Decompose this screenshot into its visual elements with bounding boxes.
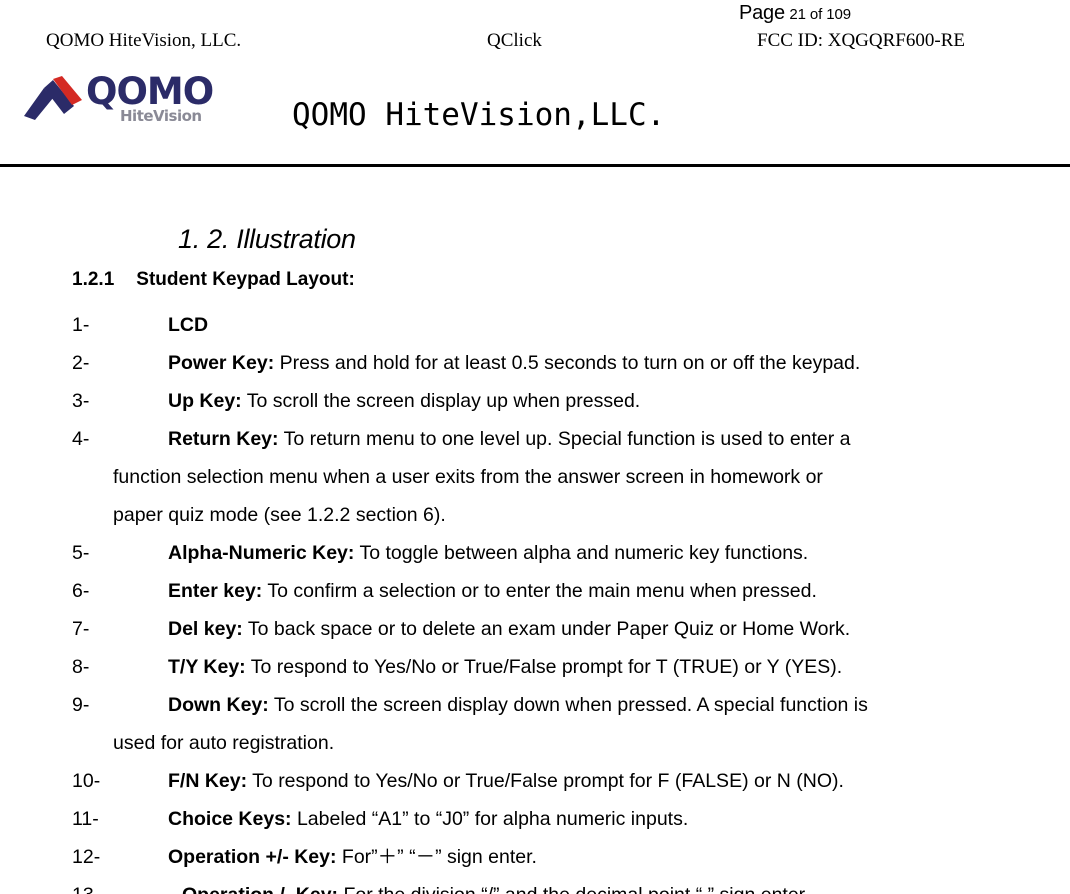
list-item-body: Operation +/- Key: For”＋” “－” sign enter… xyxy=(168,838,1062,876)
logo-wordmark: QOMO xyxy=(86,70,214,113)
list-item-description: To scroll the screen display down when p… xyxy=(268,694,868,716)
subsection-heading: 1.2.1 Student Keypad Layout: xyxy=(72,269,355,291)
list-item-number: 9- xyxy=(72,694,90,716)
list-item-label: Choice Keys: xyxy=(168,808,292,830)
company-title: QOMO HiteVision,LLC. xyxy=(292,97,666,133)
list-item-description: For”＋” “－” sign enter. xyxy=(336,846,537,868)
list-item-continuation: paper quiz mode (see 1.2.2 section 6). xyxy=(113,504,446,526)
list-item-body: Power Key: Press and hold for at least 0… xyxy=(168,344,1062,382)
list-item-description: Labeled “A1” to “J0” for alpha numeric i… xyxy=(291,808,689,830)
list-item-body: Choice Keys: Labeled “A1” to “J0” for al… xyxy=(168,800,1062,838)
list-item-label: T/Y Key: xyxy=(168,656,246,678)
subsection-number: 1.2.1 xyxy=(72,269,115,290)
list-item-description: To return menu to one level up. Special … xyxy=(278,428,851,450)
list-item: 4- Return Key: To return menu to one leve… xyxy=(0,420,1070,534)
list-item-number: 4- xyxy=(72,428,90,450)
list-item-label: Power Key: xyxy=(168,352,275,374)
logo-subtext: HiteVision xyxy=(120,107,202,125)
list-item-number: 3- xyxy=(72,390,90,412)
header-fcc-id: FCC ID: XQGQRF600-RE xyxy=(757,30,965,51)
running-header: QOMO HiteVision, LLC. QClick FCC ID: XQG… xyxy=(0,30,1070,56)
list-item: 13- Operation /. Key: For the division “/… xyxy=(0,876,1070,894)
section-heading: 1. 2. Illustration xyxy=(178,224,356,254)
list-item: 10- F/N Key: To respond to Yes/No or True… xyxy=(0,762,1070,800)
qomo-chevron-icon xyxy=(24,76,82,120)
list-item-label: LCD xyxy=(168,314,209,336)
list-item-label: Alpha-Numeric Key: xyxy=(168,542,355,564)
list-item: 9- Down Key: To scroll the screen display… xyxy=(0,686,1070,762)
list-item-label: Return Key: xyxy=(168,428,279,450)
list-item-label: Operation +/- Key: xyxy=(168,846,337,868)
list-item-body: Up Key: To scroll the screen display up … xyxy=(168,382,1062,420)
list-item-number: 7- xyxy=(72,618,90,640)
page-number-label: Page xyxy=(738,2,785,24)
list-item-number: 6- xyxy=(72,580,90,602)
header-company: QOMO HiteVision, LLC. xyxy=(46,30,242,51)
list-item-description: To toggle between alpha and numeric key … xyxy=(354,542,809,564)
list-item: 8- T/Y Key: To respond to Yes/No or True/… xyxy=(0,648,1070,686)
list-item-body: Alpha-Numeric Key: To toggle between alp… xyxy=(168,534,1062,572)
list-item-number: 10- xyxy=(72,770,101,792)
list-item-body: T/Y Key: To respond to Yes/No or True/Fa… xyxy=(168,648,1062,686)
list-item-body: LCD xyxy=(168,306,1062,344)
list-item-label: Up Key: xyxy=(168,390,242,412)
list-item-label: F/N Key: xyxy=(168,770,248,792)
list-item-description: To respond to Yes/No or True/False promp… xyxy=(245,656,843,678)
list-item-label: Del key: xyxy=(168,618,243,640)
list-item-number: 11- xyxy=(72,808,99,830)
list-item-number: 8- xyxy=(72,656,90,678)
list-item-body: Down Key: To scroll the screen display d… xyxy=(168,686,1062,724)
list-item: 7- Del key: To back space or to delete an… xyxy=(0,610,1070,648)
list-item-description: To scroll the screen display up when pre… xyxy=(241,390,641,412)
list-item: 5- Alpha-Numeric Key: To toggle between a… xyxy=(0,534,1070,572)
list-item-description: Press and hold for at least 0.5 seconds … xyxy=(274,352,861,374)
list-item: 2- Power Key: Press and hold for at least… xyxy=(0,344,1070,382)
list-item: 12- Operation +/- Key: For”＋” “－” sign en… xyxy=(0,838,1070,876)
list-item-number: 1- xyxy=(72,314,90,336)
list-item-number: 12- xyxy=(72,846,101,868)
list-item-description: To confirm a selection or to enter the m… xyxy=(262,580,817,602)
page-number: Page 21 of 109 xyxy=(0,2,1070,25)
list-item-label: Operation /. Key: xyxy=(182,884,338,894)
list-item-number: 5- xyxy=(72,542,90,564)
list-item-label: Enter key: xyxy=(168,580,263,602)
list-item-description: To respond to Yes/No or True/False promp… xyxy=(247,770,844,792)
header-divider xyxy=(0,164,1070,167)
subsection-title: Student Keypad Layout: xyxy=(136,269,355,290)
list-item: 11- Choice Keys: Labeled “A1” to “J0” for… xyxy=(0,800,1070,838)
list-item-body: Enter key: To confirm a selection or to … xyxy=(168,572,1062,610)
list-item: 6- Enter key: To confirm a selection or t… xyxy=(0,572,1070,610)
list-item: 3- Up Key: To scroll the screen display u… xyxy=(0,382,1070,420)
list-item-label: Down Key: xyxy=(168,694,269,716)
list-item-number: 2- xyxy=(72,352,90,374)
company-logo: QOMO HiteVision xyxy=(16,72,266,134)
keypad-item-list: 1- LCD 2- Power Key: Press and hold for at … xyxy=(0,306,1070,894)
list-item-description: To back space or to delete an exam under… xyxy=(242,618,851,640)
list-item-body: F/N Key: To respond to Yes/No or True/Fa… xyxy=(168,762,1062,800)
list-item-body: Operation /. Key: For the division “/” a… xyxy=(182,876,1062,894)
document-page: Page 21 of 109 QOMO HiteVision, LLC. QCl… xyxy=(0,0,1070,894)
list-item-body: Del key: To back space or to delete an e… xyxy=(168,610,1062,648)
list-item-body: Return Key: To return menu to one level … xyxy=(168,420,1062,458)
list-item: 1- LCD xyxy=(0,306,1070,344)
list-item-number: 13- xyxy=(72,876,162,894)
list-item-description: For the division “/” and the decimal poi… xyxy=(338,884,809,894)
page-number-value: 21 of 109 xyxy=(789,6,852,23)
header-product: QClick xyxy=(487,30,542,51)
list-item-continuation: used for auto registration. xyxy=(113,732,335,754)
list-item-continuation: function selection menu when a user exit… xyxy=(113,466,823,488)
